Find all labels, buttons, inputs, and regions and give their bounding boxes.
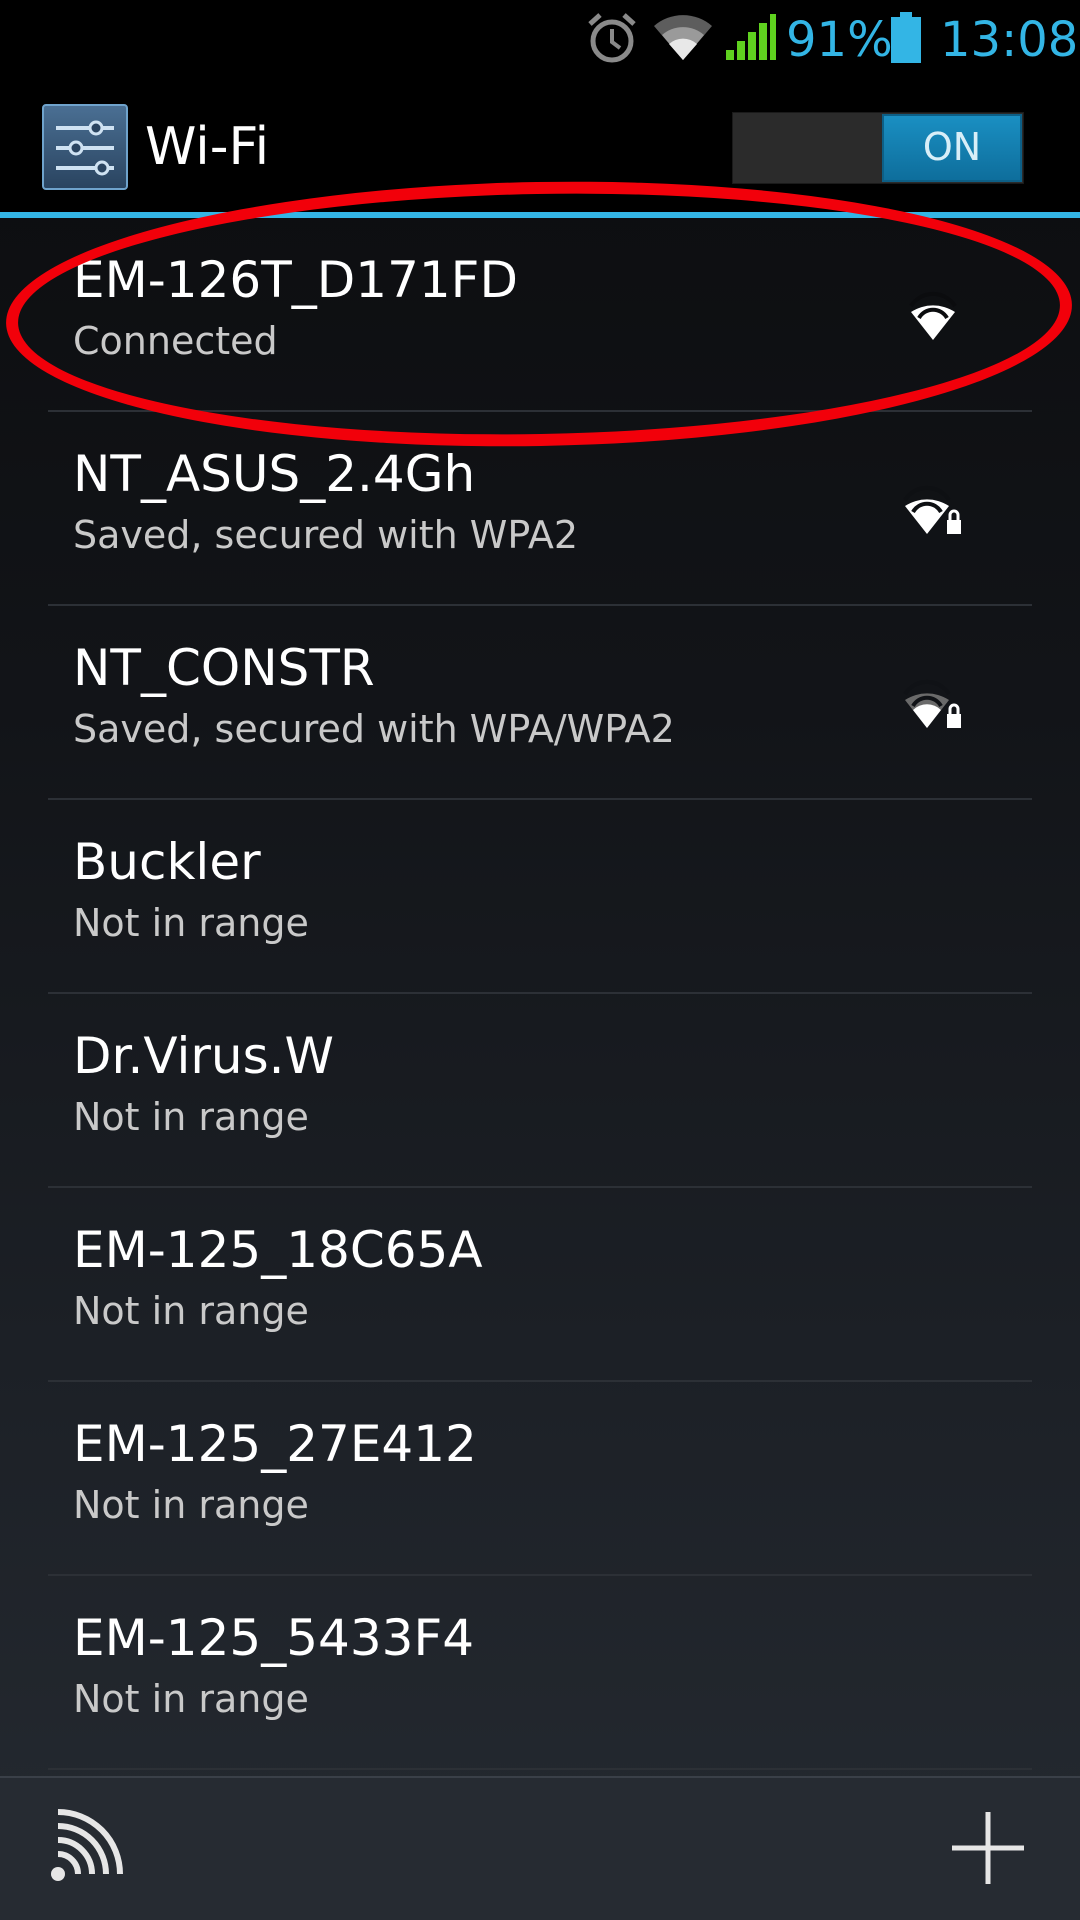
- network-name: NT_CONSTR: [73, 639, 375, 697]
- add-network-icon[interactable]: [948, 1808, 1028, 1888]
- wifi-toggle-on-label[interactable]: ON: [882, 114, 1022, 182]
- cell-signal-icon: [726, 14, 776, 60]
- network-name: Dr.Virus.W: [73, 1027, 334, 1085]
- network-name: EM-125_5433F4: [73, 1609, 475, 1667]
- battery-percent: 91%: [786, 12, 893, 68]
- list-divider: [48, 1768, 1032, 1770]
- network-status: Saved, secured with WPA/WPA2: [73, 707, 675, 751]
- network-status: Not in range: [73, 1095, 309, 1139]
- network-name: EM-125_27E412: [73, 1415, 477, 1473]
- network-name: Buckler: [73, 833, 261, 891]
- network-status: Saved, secured with WPA2: [73, 513, 579, 557]
- network-item[interactable]: NT_CONSTR Saved, secured with WPA/WPA2: [0, 606, 1080, 798]
- page-title: Wi-Fi: [145, 117, 270, 177]
- wifi-signal-locked-icon: [903, 485, 961, 534]
- network-status: Not in range: [73, 901, 309, 945]
- battery-icon: [891, 12, 921, 63]
- network-item[interactable]: Buckler Not in range: [0, 800, 1080, 992]
- wifi-signal-weak-locked-icon: [903, 679, 961, 728]
- network-status: Connected: [73, 319, 278, 363]
- network-name: NT_ASUS_2.4Gh: [73, 445, 476, 503]
- bottom-action-bar: [0, 1776, 1080, 1920]
- network-status: Not in range: [73, 1289, 309, 1333]
- wifi-settings-screen: 91% 13:08 Wi-Fi ON EM-126T_D171FD Connec…: [0, 0, 1080, 1920]
- status-bar: 91% 13:08: [0, 0, 1080, 76]
- network-status: Not in range: [73, 1483, 309, 1527]
- network-item[interactable]: EM-125_5433F4 Not in range: [0, 1576, 1080, 1768]
- clock: 13:08: [940, 12, 1079, 68]
- alarm-icon: [588, 13, 636, 63]
- settings-sliders-icon[interactable]: [42, 104, 128, 190]
- network-item[interactable]: Dr.Virus.W Not in range: [0, 994, 1080, 1186]
- wifi-signal-full-icon: [909, 291, 957, 340]
- network-name: EM-126T_D171FD: [73, 251, 518, 309]
- wifi-status-icon: [654, 15, 712, 60]
- wps-icon[interactable]: [40, 1808, 132, 1888]
- network-item[interactable]: NT_ASUS_2.4Gh Saved, secured with WPA2: [0, 412, 1080, 604]
- network-name: EM-125_18C65A: [73, 1221, 483, 1279]
- network-status: Not in range: [73, 1677, 309, 1721]
- network-item[interactable]: EM-125_27E412 Not in range: [0, 1382, 1080, 1574]
- network-item[interactable]: EM-126T_D171FD Connected: [0, 218, 1080, 410]
- network-item[interactable]: EM-125_18C65A Not in range: [0, 1188, 1080, 1380]
- sliders-glyph: [56, 120, 114, 176]
